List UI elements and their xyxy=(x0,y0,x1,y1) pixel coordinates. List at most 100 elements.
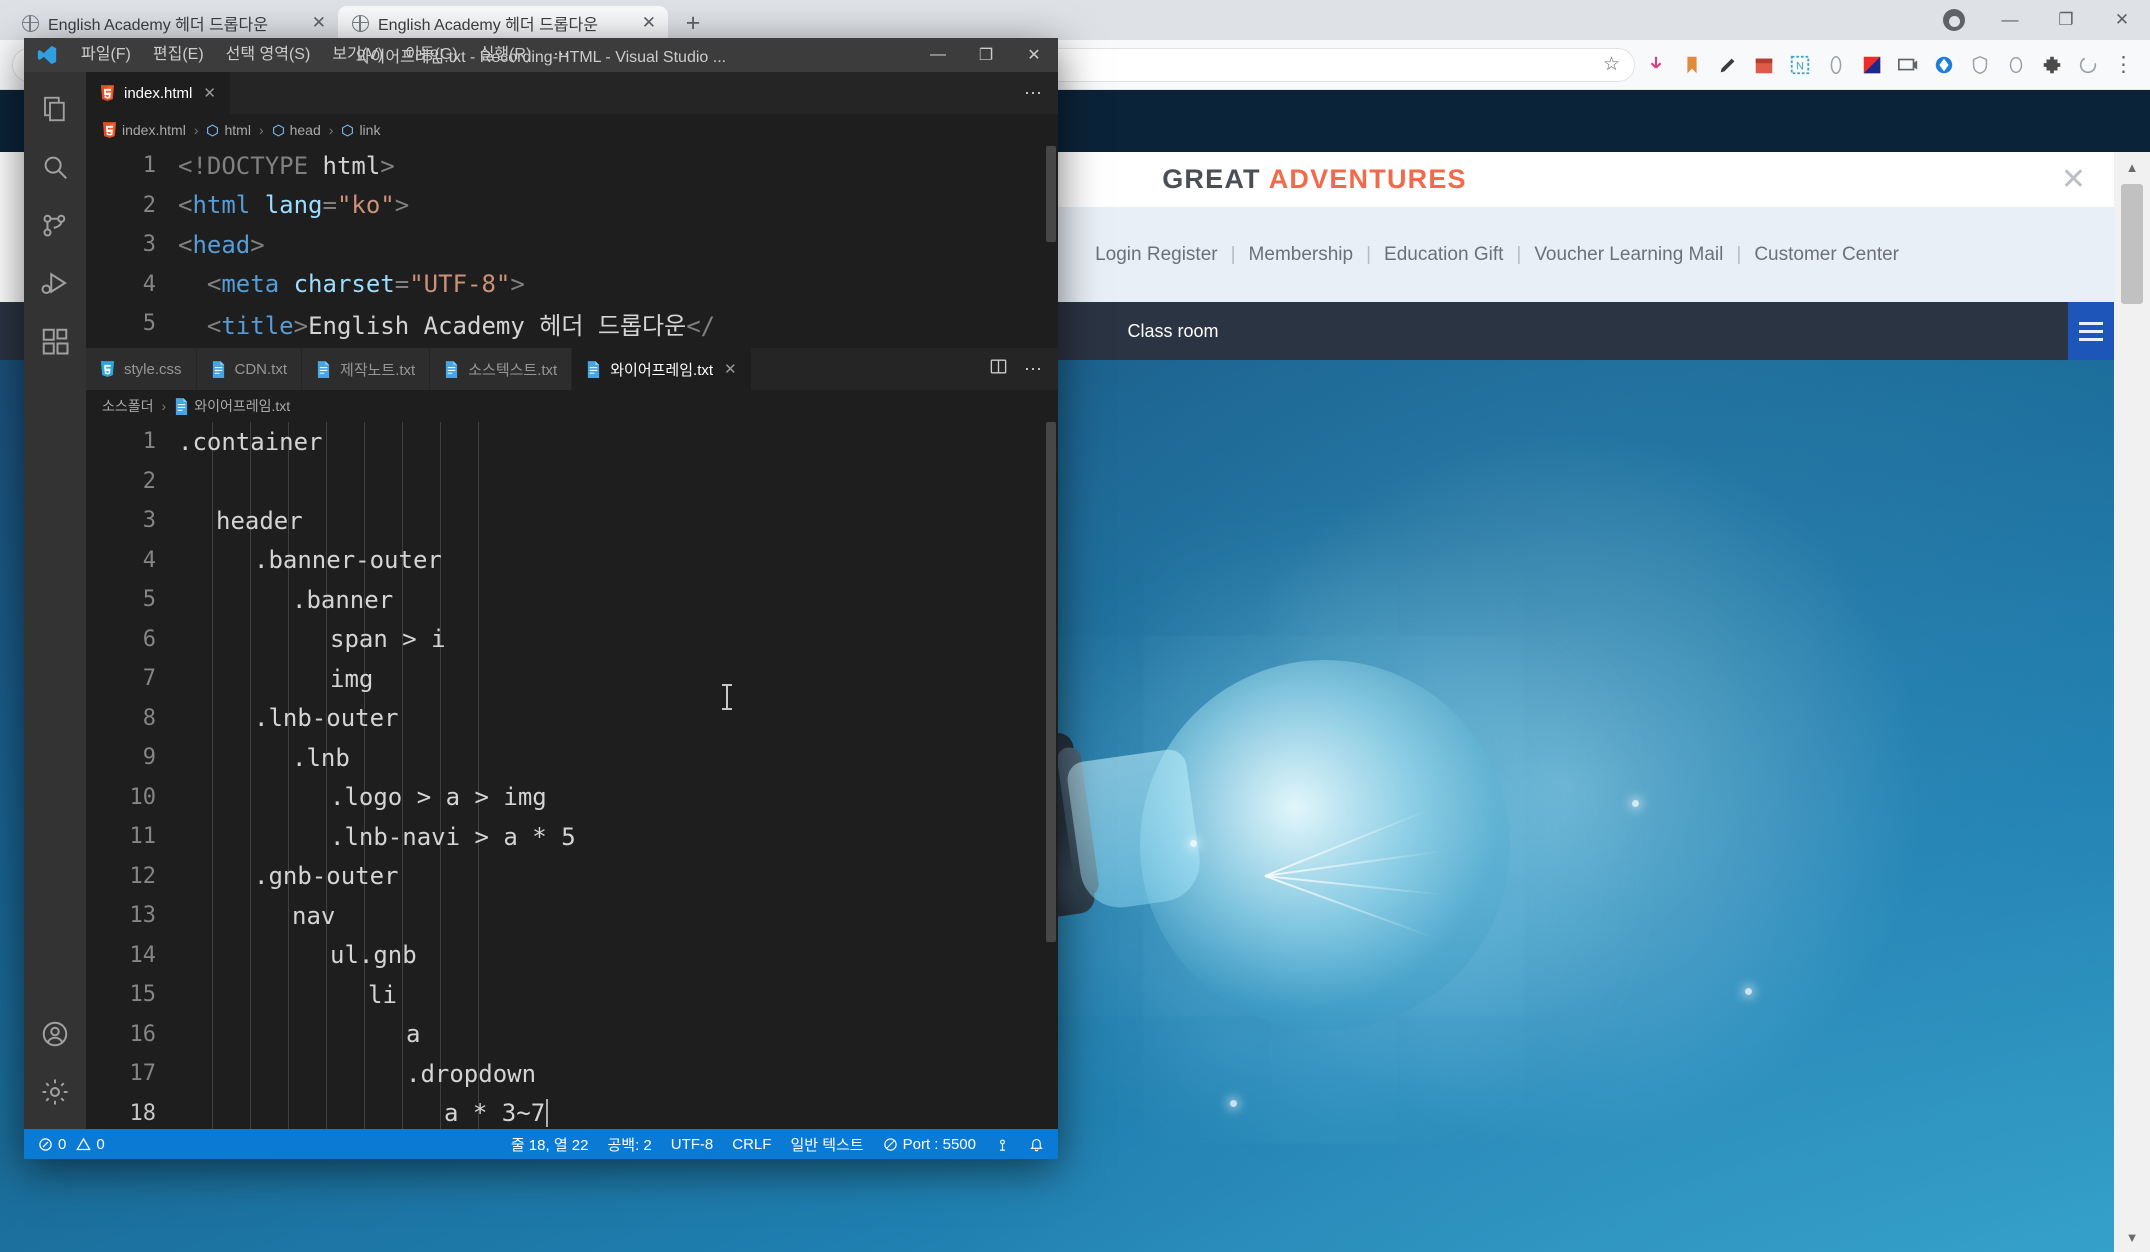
tab-index-html[interactable]: index.html ✕ xyxy=(86,72,231,114)
bookmark-star-icon[interactable]: ☆ xyxy=(1603,53,1620,76)
menu-edit[interactable]: 편집(E) xyxy=(142,38,215,72)
triangle-split-icon[interactable] xyxy=(1861,54,1883,76)
puzzle-extension-icon[interactable] xyxy=(2041,54,2063,76)
minimize-button[interactable]: — xyxy=(1982,0,2038,40)
tab-style-css[interactable]: style.css xyxy=(86,348,197,390)
indentation-setting[interactable]: 공백: 2 xyxy=(607,1134,651,1155)
profile-avatar[interactable] xyxy=(1926,0,1982,40)
menu-file[interactable]: 파일(F) xyxy=(70,38,142,72)
calendar-icon[interactable] xyxy=(1753,54,1775,76)
search-icon[interactable] xyxy=(24,138,86,196)
source-control-icon[interactable] xyxy=(24,196,86,254)
download-arrow-icon[interactable] xyxy=(1645,54,1667,76)
shield-icon[interactable] xyxy=(1969,54,1991,76)
scrollbar-thumb[interactable] xyxy=(1046,422,1056,942)
vscode-maximize-button[interactable]: ❐ xyxy=(962,38,1010,72)
tab-소스텍스트-txt[interactable]: 소스텍스트.txt xyxy=(430,348,572,390)
breadcrumb-symbol-link[interactable]: link xyxy=(341,122,380,138)
vscode-status-bar: 0 0 줄 18, 열 22 공백: 2 UTF-8 CRLF 일반 텍스트 P… xyxy=(24,1129,1058,1159)
menu-go[interactable]: 이동(G) xyxy=(394,38,469,72)
oval-icon[interactable] xyxy=(2005,54,2027,76)
breadcrumb-separator: › xyxy=(327,122,336,138)
code-line: 13nav xyxy=(86,896,1058,936)
line-number: 12 xyxy=(86,864,178,889)
tab-제작노트-txt[interactable]: 제작노트.txt xyxy=(302,348,430,390)
close-icon[interactable]: ✕ xyxy=(724,360,737,378)
menu-run[interactable]: 실행(R) xyxy=(469,38,543,72)
breadcrumb-file[interactable]: index.html xyxy=(102,122,186,139)
code-editor-bottom[interactable]: 1.container23header4.banner-outer5.banne… xyxy=(86,422,1058,1129)
menu-more-icon[interactable]: ⋯ xyxy=(542,38,580,72)
eol-setting[interactable]: CRLF xyxy=(732,1136,771,1153)
more-actions-icon[interactable]: ⋯ xyxy=(1024,83,1042,104)
menu-view[interactable]: 보기(V) xyxy=(321,38,394,72)
diamond-icon[interactable] xyxy=(1933,54,1955,76)
editor-actions-top: ⋯ xyxy=(1008,72,1058,114)
notifications-bell[interactable] xyxy=(1029,1137,1044,1152)
scrollbar-thumb[interactable] xyxy=(2121,184,2143,304)
breadcrumb-symbol-head[interactable]: head xyxy=(272,122,321,138)
gnb-label: Class room xyxy=(1127,321,1218,342)
scroll-up-arrow-icon[interactable]: ▲ xyxy=(2114,152,2150,182)
browser-tab-2[interactable]: English Academy 헤더 드롭다운 ✕ xyxy=(338,6,668,40)
tab-와이어프레임-txt[interactable]: 와이어프레임.txt✕ xyxy=(572,348,751,390)
run-debug-icon[interactable] xyxy=(24,254,86,312)
scroll-down-arrow-icon[interactable]: ▼ xyxy=(2114,1222,2150,1252)
close-icon[interactable]: ✕ xyxy=(642,13,656,33)
remote-indicator[interactable] xyxy=(995,1137,1010,1152)
encoding-setting[interactable]: UTF-8 xyxy=(671,1136,714,1153)
vscode-minimize-button[interactable]: — xyxy=(914,38,962,72)
browser-menu-icon[interactable]: ⋮ xyxy=(2113,52,2134,77)
breadcrumb-folder[interactable]: 소스폴더 xyxy=(102,396,154,416)
more-actions-icon[interactable]: ⋯ xyxy=(1024,359,1042,380)
split-editor-icon[interactable] xyxy=(989,357,1008,381)
editor-scrollbar-bottom[interactable] xyxy=(1044,422,1058,1129)
notion-icon[interactable]: N xyxy=(1789,54,1811,76)
bookmark-flag-icon[interactable] xyxy=(1681,54,1703,76)
browser-tab-1[interactable]: English Academy 헤더 드롭다운 ✕ xyxy=(8,6,338,40)
chat-icon[interactable] xyxy=(1897,54,1919,76)
lnb-link-education-gift[interactable]: Education Gift xyxy=(1384,244,1503,266)
breadcrumb-file[interactable]: 와이어프레임.txt xyxy=(174,396,290,416)
maximize-button[interactable]: ❐ xyxy=(2038,0,2094,40)
warning-triangle-icon xyxy=(76,1137,91,1152)
line-content: .dropdown xyxy=(178,1060,536,1088)
vscode-window-controls: — ❐ ✕ xyxy=(914,38,1058,72)
lnb-link-membership[interactable]: Membership xyxy=(1249,244,1354,266)
language-mode[interactable]: 일반 텍스트 xyxy=(790,1134,863,1155)
line-content: a * 3~7 xyxy=(178,1099,545,1127)
close-button[interactable]: ✕ xyxy=(2094,0,2150,40)
vscode-title-bar: 파일(F) 편집(E) 선택 영역(S) 보기(V) 이동(G) 실행(R) ⋯… xyxy=(24,38,1058,72)
gnb-item-class-room[interactable]: Class room xyxy=(1041,302,1304,360)
lnb-link-customer-center[interactable]: Customer Center xyxy=(1754,244,1899,266)
new-tab-button[interactable]: + xyxy=(674,6,712,40)
circle-outline-icon[interactable] xyxy=(1825,54,1847,76)
explorer-icon[interactable] xyxy=(24,80,86,138)
loading-ring-icon[interactable] xyxy=(2077,54,2099,76)
code-editor-top[interactable]: 1<!DOCTYPE html>2<html lang="ko">3<head>… xyxy=(86,146,1058,348)
close-icon[interactable]: ✕ xyxy=(203,84,216,102)
tab-CDN-txt[interactable]: CDN.txt xyxy=(197,348,303,390)
vscode-logo-icon xyxy=(24,38,70,72)
menu-selection[interactable]: 선택 영역(S) xyxy=(215,38,322,72)
live-server-port[interactable]: Port : 5500 xyxy=(883,1136,976,1153)
editor-scrollbar-top[interactable] xyxy=(1044,146,1058,348)
text-file-icon xyxy=(211,361,226,378)
cursor-position[interactable]: 줄 18, 열 22 xyxy=(511,1134,589,1155)
pen-icon[interactable] xyxy=(1717,54,1739,76)
browser-tab-title: English Academy 헤더 드롭다운 xyxy=(378,11,633,35)
lnb-link-login-register[interactable]: Login Register xyxy=(1095,244,1218,266)
breadcrumb-symbol-html[interactable]: html xyxy=(206,122,250,138)
settings-gear-icon[interactable] xyxy=(24,1063,86,1121)
extensions-icon[interactable] xyxy=(24,312,86,370)
hamburger-menu-icon[interactable] xyxy=(2068,302,2114,360)
scrollbar-thumb[interactable] xyxy=(1046,146,1056,242)
vscode-close-button[interactable]: ✕ xyxy=(1010,38,1058,72)
problems-indicator[interactable]: 0 0 xyxy=(38,1136,105,1153)
status-left: 0 0 xyxy=(38,1136,105,1153)
lnb-link-voucher-learning-mail[interactable]: Voucher Learning Mail xyxy=(1534,244,1723,266)
close-icon[interactable]: ✕ xyxy=(312,13,326,33)
account-icon[interactable] xyxy=(24,1005,86,1063)
page-scrollbar[interactable]: ▲ ▼ xyxy=(2114,152,2150,1252)
banner-close-icon[interactable]: ✕ xyxy=(2061,165,2086,195)
